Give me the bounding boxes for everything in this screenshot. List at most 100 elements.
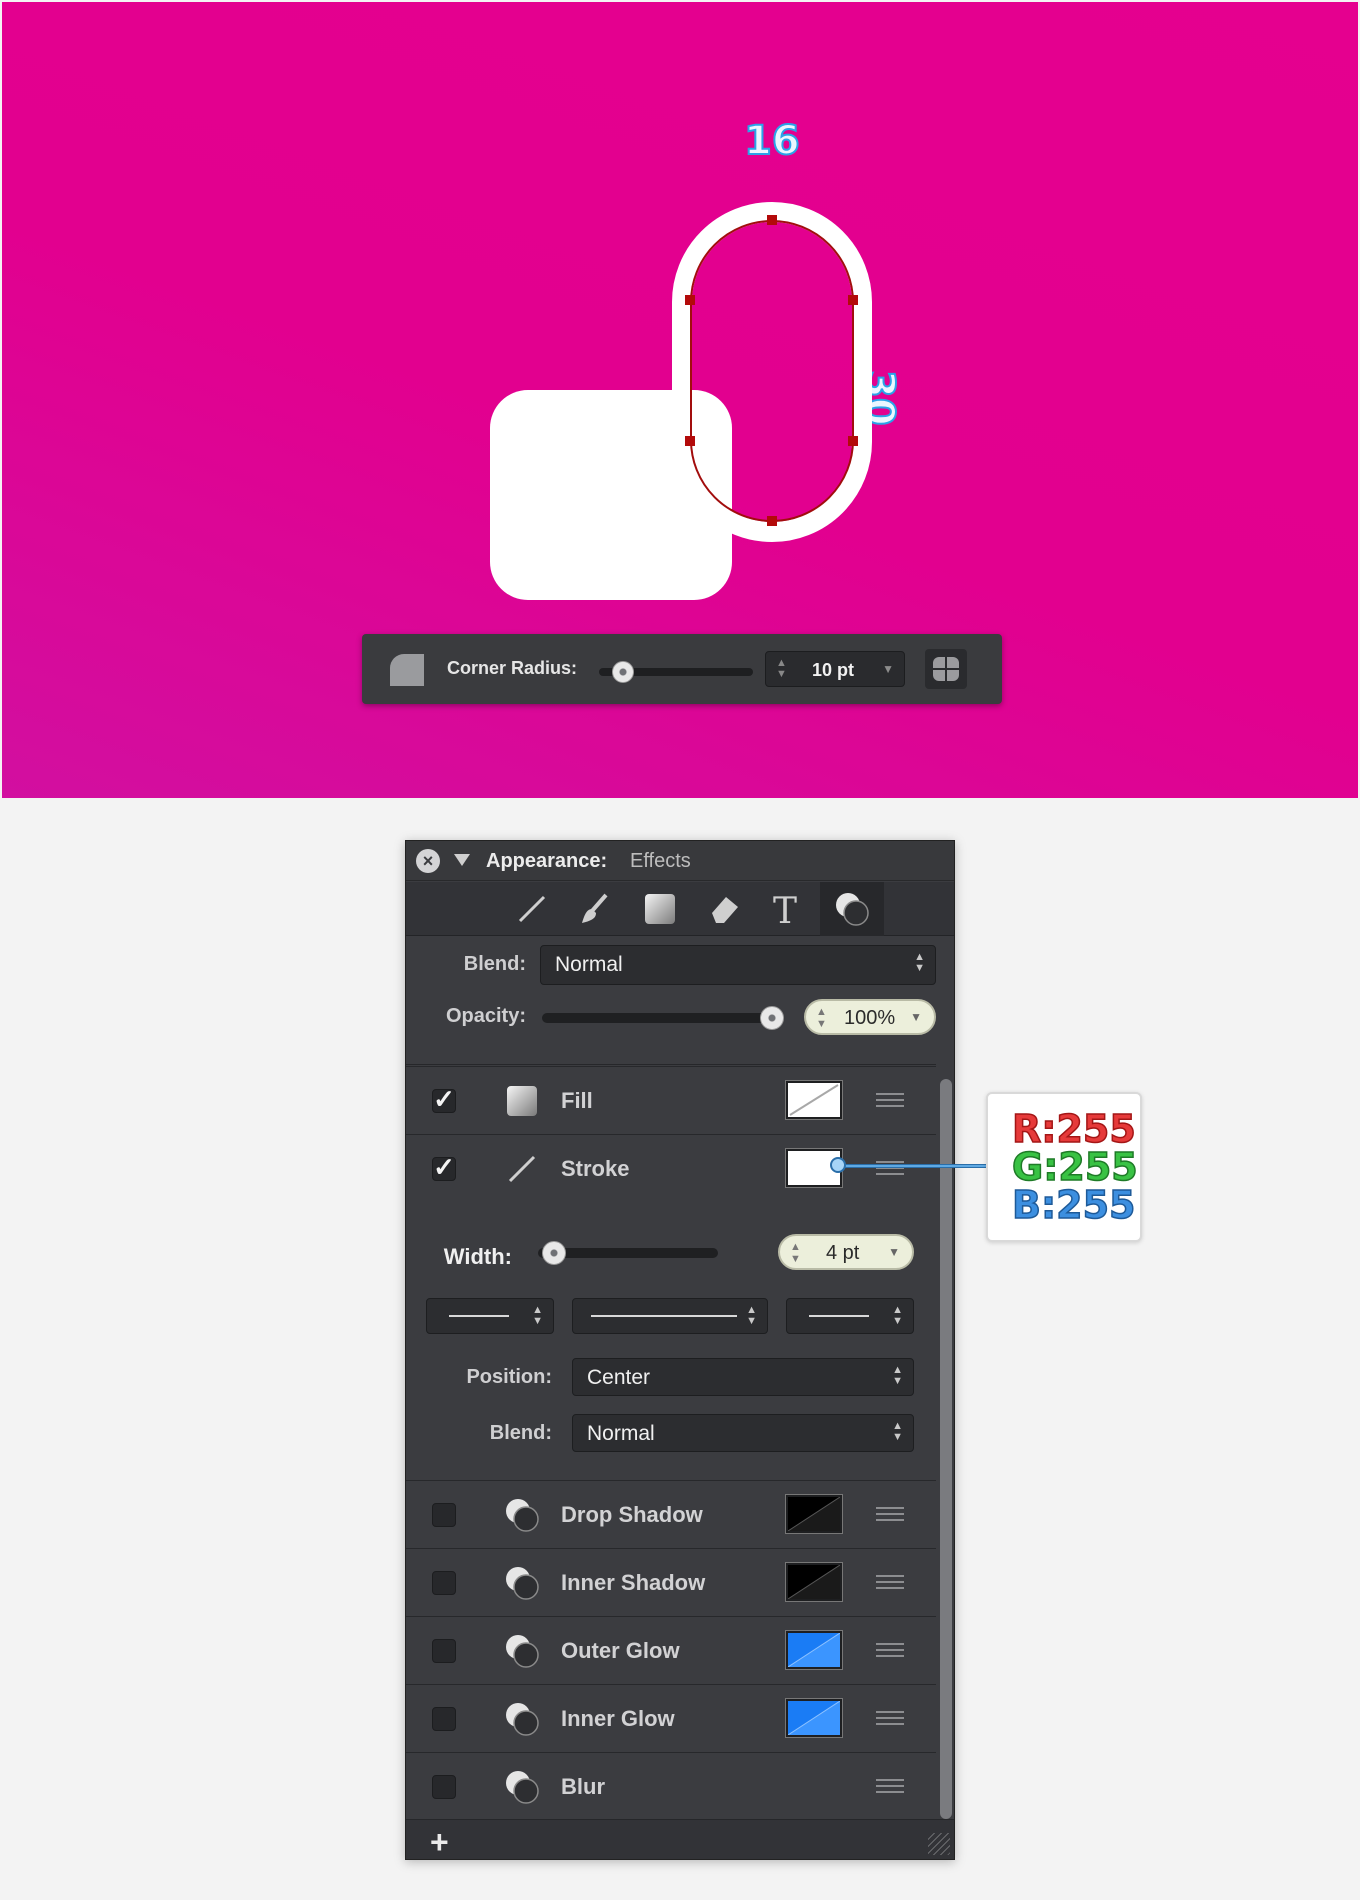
appearance-tabs: T	[406, 882, 954, 936]
select-arrows-icon: ▲ ▼	[892, 1420, 903, 1443]
width-slider-knob[interactable]	[542, 1241, 566, 1265]
position-select[interactable]: Center ▲ ▼	[572, 1358, 914, 1396]
drag-handle-icon[interactable]	[876, 1507, 904, 1523]
stroke-settings: Width: ▲ ▼ 4 pt ▼ ▲ ▼ ▲ ▼ ▲ ▼ Position: Cent…	[406, 1202, 936, 1480]
blur-checkbox[interactable]	[432, 1775, 456, 1799]
chevron-down-icon[interactable]: ▼	[888, 1245, 900, 1259]
effects-circles-icon	[506, 1567, 539, 1600]
corner-radius-slider-knob[interactable]	[612, 661, 634, 683]
anchor-point[interactable]	[685, 436, 695, 446]
fill-label: Fill	[561, 1088, 593, 1113]
opacity-value: 100%	[844, 1007, 896, 1029]
panel-titlebar[interactable]: × Appearance: Effects	[406, 841, 954, 881]
blend-select[interactable]: Normal ▲ ▼	[540, 945, 936, 985]
resize-grip-icon[interactable]	[928, 1833, 950, 1855]
position-value: Center	[587, 1366, 651, 1389]
inner-shadow-checkbox[interactable]	[432, 1571, 456, 1595]
inner-shadow-color-swatch[interactable]	[785, 1562, 843, 1602]
tab-fill[interactable]	[628, 882, 692, 936]
stepper-icon[interactable]: ▲ ▼	[776, 658, 787, 680]
layer-row-stroke[interactable]: ✓ Stroke	[406, 1134, 936, 1202]
opacity-slider-track[interactable]	[542, 1013, 780, 1023]
stroke-blend-select[interactable]: Normal ▲ ▼	[572, 1414, 914, 1452]
scrollbar[interactable]	[936, 1069, 954, 1819]
swatch-gradient-icon	[788, 1497, 840, 1531]
opacity-label: Opacity:	[445, 1005, 526, 1027]
swatch-gradient-icon	[788, 1565, 840, 1599]
anchor-point[interactable]	[767, 516, 777, 526]
drop-shadow-color-swatch[interactable]	[785, 1494, 843, 1534]
chevron-down-icon[interactable]: ▼	[910, 1010, 922, 1024]
dash-pattern-select[interactable]: ▲ ▼	[572, 1298, 768, 1334]
tab-text[interactable]: T	[756, 882, 820, 936]
drag-handle-icon[interactable]	[876, 1575, 904, 1591]
add-effect-button[interactable]: +	[430, 1824, 449, 1859]
tab-effects[interactable]	[820, 882, 884, 936]
drag-handle-icon[interactable]	[876, 1779, 904, 1795]
fill-square-icon	[645, 894, 675, 924]
line-start-select[interactable]: ▲ ▼	[426, 1298, 554, 1334]
drag-handle-icon[interactable]	[876, 1643, 904, 1659]
effect-row-outer-glow[interactable]: Outer Glow	[406, 1616, 936, 1684]
corner-radius-toolbar: Corner Radius: ▲ ▼ 10 pt ▼	[362, 634, 1002, 704]
chevron-down-icon[interactable]: ▼	[882, 662, 894, 676]
select-arrows-icon: ▲ ▼	[532, 1304, 543, 1327]
line-preview	[591, 1315, 737, 1317]
tab-stroke[interactable]	[500, 882, 564, 936]
effects-circles-icon	[506, 1703, 539, 1736]
effect-row-inner-shadow[interactable]: Inner Shadow	[406, 1548, 936, 1616]
stroke-checkbox[interactable]: ✓	[432, 1154, 456, 1181]
outer-glow-checkbox[interactable]	[432, 1639, 456, 1663]
fill-color-swatch[interactable]	[785, 1080, 843, 1120]
tab-brush[interactable]	[564, 882, 628, 936]
layer-row-fill[interactable]: ✓ Fill	[406, 1066, 936, 1134]
panel-subtitle: Effects	[630, 850, 691, 872]
anchor-point[interactable]	[848, 295, 858, 305]
effect-row-blur[interactable]: Blur	[406, 1752, 936, 1820]
drag-handle-icon[interactable]	[876, 1093, 904, 1109]
blend-value: Normal	[555, 953, 623, 976]
corner-radius-value: 10 pt	[812, 660, 855, 680]
svg-text:T: T	[773, 891, 797, 927]
close-icon[interactable]: ×	[416, 849, 440, 873]
callout-connector	[838, 1164, 988, 1168]
panel-title: Appearance:	[486, 850, 608, 872]
effect-row-inner-glow[interactable]: Inner Glow	[406, 1684, 936, 1752]
blend-label: Blend:	[463, 953, 526, 975]
drop-shadow-checkbox[interactable]	[432, 1503, 456, 1527]
anchor-point[interactable]	[848, 436, 858, 446]
select-arrows-icon: ▲ ▼	[892, 1364, 903, 1387]
green-value: G:255	[1011, 1145, 1138, 1189]
opacity-field[interactable]: ▲ ▼ 100% ▼	[804, 999, 936, 1035]
scrollbar-thumb[interactable]	[940, 1079, 952, 1819]
select-arrows-icon: ▲ ▼	[892, 1304, 903, 1327]
disclosure-triangle-icon[interactable]	[454, 854, 470, 866]
swatch-gradient-icon	[788, 1633, 840, 1667]
divider	[406, 1064, 936, 1065]
tab-eraser[interactable]	[692, 882, 756, 936]
line-preview	[809, 1315, 869, 1317]
no-color-slash-icon	[789, 1084, 839, 1116]
anchor-point[interactable]	[767, 215, 777, 225]
width-dimension-label: 16	[743, 117, 801, 165]
opacity-slider-knob[interactable]	[760, 1006, 784, 1030]
stepper-icon[interactable]: ▲ ▼	[816, 1006, 827, 1030]
effect-row-drop-shadow[interactable]: Drop Shadow	[406, 1480, 936, 1548]
width-field[interactable]: ▲ ▼ 4 pt ▼	[778, 1234, 914, 1270]
design-canvas[interactable]: 16 30 Corner Radius: ▲ ▼ 10 pt ▼	[2, 2, 1358, 798]
inner-glow-checkbox[interactable]	[432, 1707, 456, 1731]
corner-shape-icon[interactable]	[390, 654, 424, 686]
line-end-select[interactable]: ▲ ▼	[786, 1298, 914, 1334]
panel-bottom-bar: +	[406, 1819, 954, 1859]
effects-circles-icon	[506, 1635, 539, 1668]
stepper-icon[interactable]: ▲ ▼	[790, 1241, 801, 1265]
inner-glow-color-swatch[interactable]	[785, 1698, 843, 1738]
corners-grid-icon	[933, 657, 959, 681]
corners-toggle-button[interactable]	[925, 649, 967, 689]
drag-handle-icon[interactable]	[876, 1711, 904, 1727]
effects-circles-icon	[506, 1499, 539, 1532]
fill-checkbox[interactable]: ✓	[432, 1086, 456, 1113]
outer-glow-color-swatch[interactable]	[785, 1630, 843, 1670]
anchor-point[interactable]	[685, 295, 695, 305]
corner-radius-field[interactable]: ▲ ▼ 10 pt ▼	[765, 651, 905, 687]
